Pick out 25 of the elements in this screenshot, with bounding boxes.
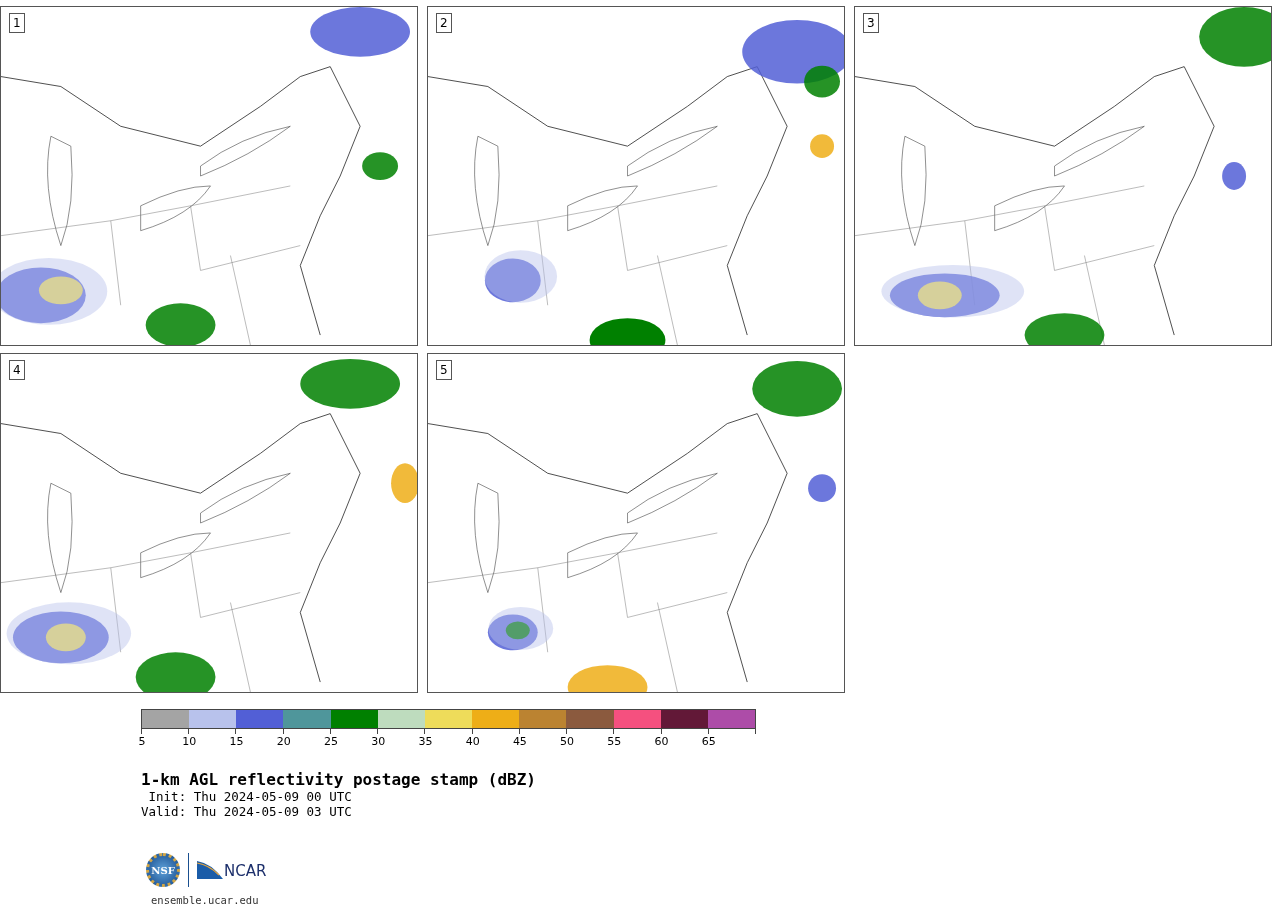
tick-label: 65 — [701, 735, 716, 748]
panel-number: 1 — [9, 13, 25, 33]
tick-label: 35 — [418, 735, 433, 748]
tick-label: 5 — [138, 735, 146, 748]
panel-number: 2 — [436, 13, 452, 33]
valid-time: Valid: Thu 2024-05-09 03 UTC — [141, 804, 353, 819]
logo-text: NCAR — [224, 864, 267, 879]
seal-logo: NSF — [146, 853, 180, 887]
tick-label: 40 — [465, 735, 480, 748]
tick-label: 20 — [276, 735, 291, 748]
panel-number: 5 — [436, 360, 452, 380]
tick-label: 10 — [182, 735, 197, 748]
panel-number: 3 — [863, 13, 879, 33]
tick-label: 30 — [371, 735, 386, 748]
site-address: ensemble.ucar.edu — [151, 893, 260, 908]
init-time: Init: Thu 2024-05-09 00 UTC — [147, 789, 353, 804]
tick-label: 50 — [560, 735, 575, 748]
swoosh-icon — [197, 861, 223, 879]
tick-label: 55 — [607, 735, 622, 748]
panel-number: 4 — [9, 360, 25, 380]
tick-label: 60 — [654, 735, 669, 748]
tick-label: 25 — [323, 735, 338, 748]
chart-title: 1-km AGL reflectivity postage stamp (dBZ) — [141, 771, 537, 789]
tick-label: 15 — [229, 735, 244, 748]
tick-label: 45 — [512, 735, 527, 748]
